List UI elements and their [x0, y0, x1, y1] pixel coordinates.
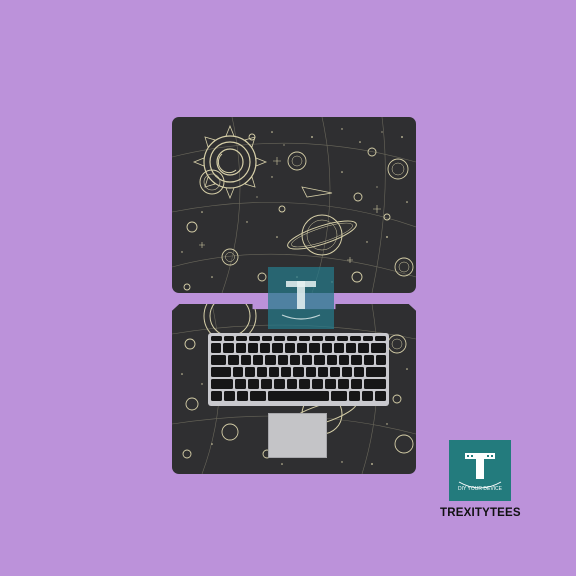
trexitytees-logo-icon: DIY YOUR DEVICE: [458, 453, 503, 492]
logo-tagline: DIY YOUR DEVICE: [458, 486, 503, 492]
watermark-t-icon: [281, 281, 321, 320]
brand-logo: DIY YOUR DEVICE: [449, 440, 511, 501]
saturn-illustration: [287, 214, 357, 256]
brand-name: TREXITYTEES: [440, 507, 521, 519]
keyboard-cutout: [208, 333, 389, 406]
watermark-logo: [268, 267, 334, 329]
trackpad-cutout: [268, 413, 327, 458]
